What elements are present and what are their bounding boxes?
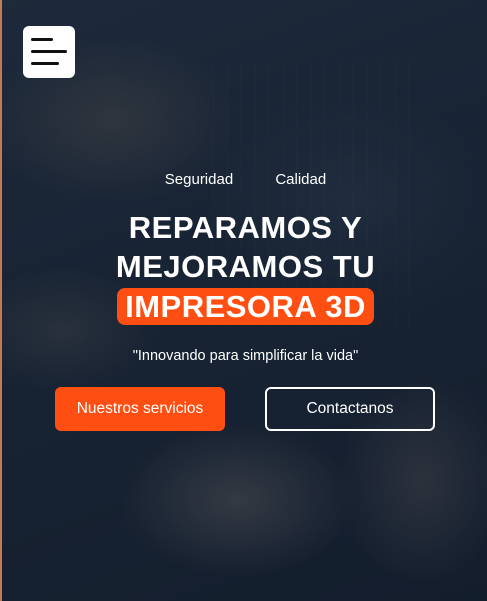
hero-tagline: "Innovando para simplificar la vida" [132, 348, 359, 364]
menu-line-bottom [31, 62, 59, 65]
hero-section: Seguridad Calidad REPARAMOS Y MEJORAMOS … [0, 0, 487, 601]
contact-button[interactable]: Contactanos [265, 387, 435, 431]
tag-calidad: Calidad [275, 171, 327, 188]
hero-tags: Seguridad Calidad [2, 171, 487, 188]
headline-highlight: IMPRESORA 3D [117, 288, 374, 325]
menu-line-top [31, 38, 53, 41]
headline-line-1: REPARAMOS Y [128, 210, 363, 245]
hamburger-menu-icon[interactable] [23, 26, 75, 78]
hero-headline: REPARAMOS Y MEJORAMOS TU IMPRESORA 3D [2, 208, 487, 326]
menu-line-middle [31, 50, 67, 53]
headline-line-2: MEJORAMOS TU [115, 249, 376, 284]
services-button[interactable]: Nuestros servicios [55, 387, 225, 431]
tag-seguridad: Seguridad [164, 171, 234, 188]
